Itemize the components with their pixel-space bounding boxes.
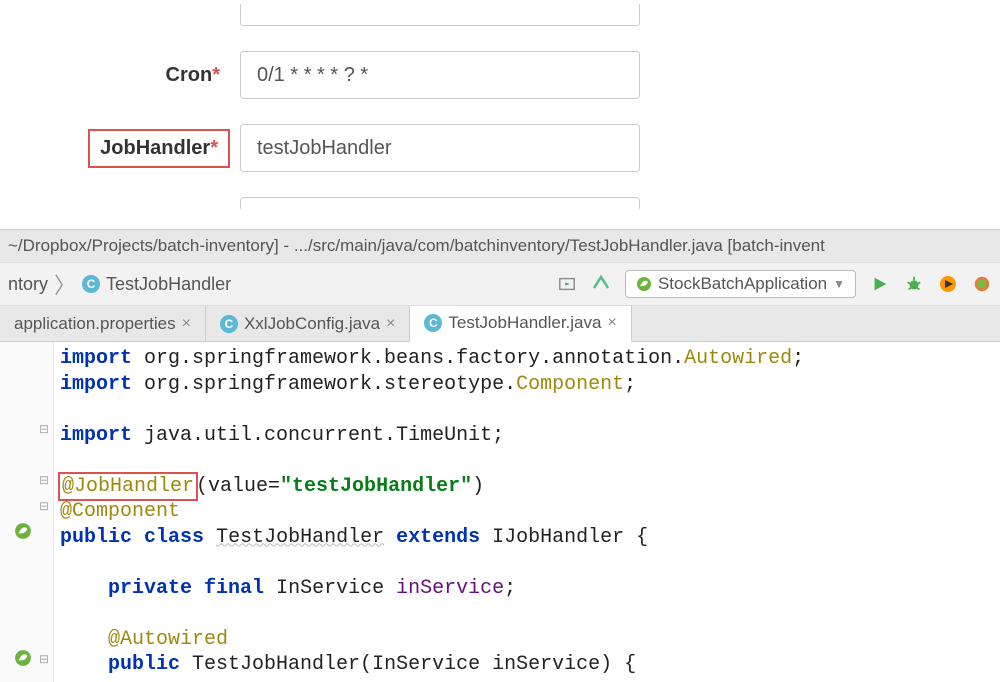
tab-label: TestJobHandler.java	[448, 313, 601, 333]
jobhandler-input[interactable]	[240, 124, 640, 172]
class-icon: C	[82, 275, 100, 293]
spring-bean-icon[interactable]	[12, 520, 34, 542]
ide-toolbar: ntory 〉 C TestJobHandler StockBatchAppli…	[0, 262, 1000, 306]
close-icon[interactable]: ×	[607, 314, 616, 332]
breadcrumb-chevron-icon: 〉	[54, 268, 76, 300]
build-icon[interactable]	[591, 274, 611, 294]
chevron-down-icon: ▼	[833, 277, 845, 291]
debug-icon[interactable]	[904, 274, 924, 294]
toolbar-right: StockBatchApplication ▼	[557, 270, 992, 298]
ide-titlebar: ~/Dropbox/Projects/batch-inventory] - ..…	[0, 230, 1000, 262]
jobhandler-label: JobHandler*	[88, 129, 230, 168]
job-form: Cron* JobHandler*	[0, 0, 1000, 229]
class-icon: C	[220, 315, 238, 333]
run-icon[interactable]	[870, 274, 890, 294]
fold-icon[interactable]: ⊟	[39, 652, 49, 666]
tab-label: XxlJobConfig.java	[244, 314, 380, 334]
tab-label: application.properties	[14, 314, 176, 334]
file-tabs: application.properties × C XxlJobConfig.…	[0, 306, 1000, 342]
compile-icon[interactable]	[557, 274, 577, 294]
next-field-input[interactable]	[240, 197, 640, 209]
stop-icon[interactable]	[972, 274, 992, 294]
cron-input[interactable]	[240, 51, 640, 99]
prev-field-input[interactable]	[240, 4, 640, 26]
close-icon[interactable]: ×	[182, 315, 191, 333]
editor[interactable]: ⊟ ⊟ ⊟ ⊟ import org.springframework.beans…	[0, 342, 1000, 682]
fold-icon[interactable]: ⊟	[39, 422, 49, 436]
cron-label: Cron*	[0, 64, 240, 87]
spring-bean-icon[interactable]	[12, 647, 34, 669]
fold-icon[interactable]: ⊟	[39, 473, 49, 487]
tab-testjobhandler[interactable]: C TestJobHandler.java ×	[410, 306, 631, 342]
close-icon[interactable]: ×	[386, 315, 395, 333]
tab-xxljobconfig[interactable]: C XxlJobConfig.java ×	[206, 306, 410, 341]
spring-leaf-icon	[636, 276, 652, 292]
breadcrumb-class[interactable]: TestJobHandler	[106, 274, 231, 295]
tab-application-properties[interactable]: application.properties ×	[0, 306, 206, 341]
run-config-dropdown[interactable]: StockBatchApplication ▼	[625, 270, 856, 298]
coverage-icon[interactable]	[938, 274, 958, 294]
jobhandler-label-wrap: JobHandler*	[0, 129, 240, 168]
gutter: ⊟ ⊟ ⊟ ⊟	[0, 342, 54, 682]
fold-icon[interactable]: ⊟	[39, 499, 49, 513]
breadcrumb: ntory 〉 C TestJobHandler	[8, 268, 231, 300]
class-icon: C	[424, 314, 442, 332]
ide-window: ~/Dropbox/Projects/batch-inventory] - ..…	[0, 229, 1000, 682]
breadcrumb-parent[interactable]: ntory	[8, 274, 48, 295]
code-area[interactable]: import org.springframework.beans.factory…	[54, 342, 810, 682]
